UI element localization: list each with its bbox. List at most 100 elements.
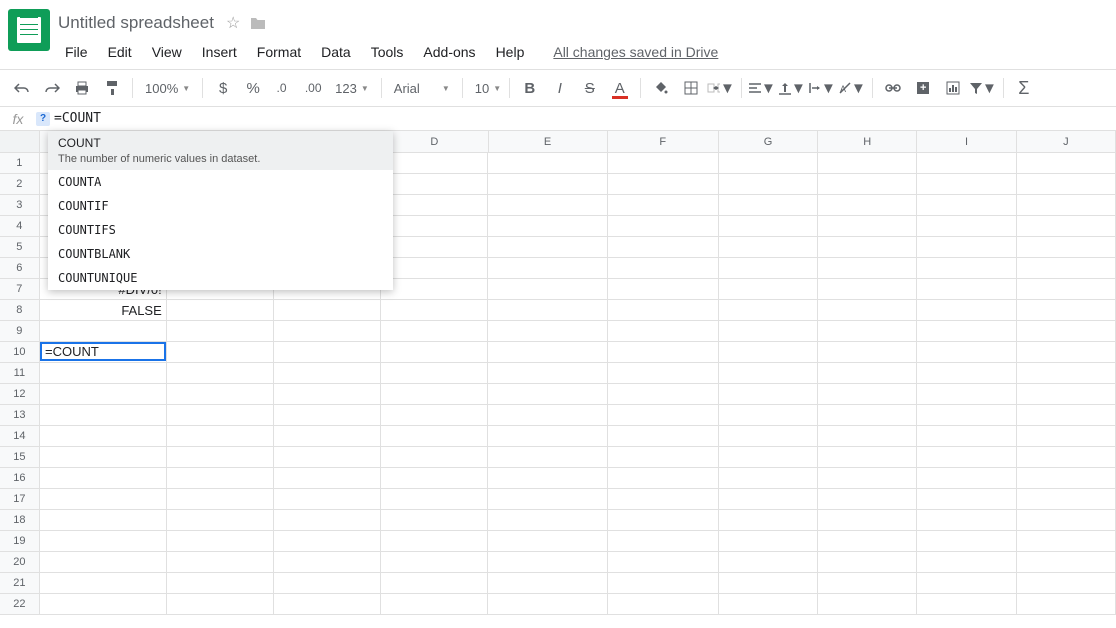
row-header[interactable]: 10 (0, 342, 40, 362)
cell[interactable] (40, 489, 167, 509)
cell[interactable] (40, 384, 167, 404)
menu-help[interactable]: Help (489, 41, 532, 63)
cell[interactable] (381, 552, 488, 572)
undo-button[interactable] (8, 74, 36, 102)
cell[interactable] (274, 489, 381, 509)
paint-format-button[interactable] (98, 74, 126, 102)
cell[interactable] (274, 363, 381, 383)
halign-dropdown[interactable]: ▼ (748, 74, 776, 102)
doc-title[interactable]: Untitled spreadsheet (58, 13, 214, 33)
cell[interactable] (381, 195, 488, 215)
strike-button[interactable]: S (576, 74, 604, 102)
cell[interactable] (1017, 216, 1116, 236)
cell[interactable] (917, 237, 1016, 257)
cell[interactable] (274, 384, 381, 404)
cell[interactable] (608, 363, 719, 383)
cell[interactable] (608, 216, 719, 236)
cell[interactable] (917, 195, 1016, 215)
suggest-item-countunique[interactable]: COUNTUNIQUE (48, 266, 393, 290)
cell[interactable] (488, 174, 607, 194)
row-header[interactable]: 1 (0, 153, 40, 173)
menu-file[interactable]: File (58, 41, 95, 63)
cell[interactable] (719, 531, 818, 551)
cell[interactable] (40, 342, 167, 362)
row-header[interactable]: 4 (0, 216, 40, 236)
cell[interactable] (917, 573, 1016, 593)
cell[interactable] (381, 384, 488, 404)
cell[interactable] (719, 342, 818, 362)
chart-button[interactable] (939, 74, 967, 102)
cell[interactable] (1017, 552, 1116, 572)
suggest-item-count[interactable]: COUNT The number of numeric values in da… (48, 131, 393, 170)
cell[interactable] (818, 321, 917, 341)
cell[interactable] (488, 279, 607, 299)
cell[interactable] (274, 342, 381, 362)
cell[interactable] (381, 531, 488, 551)
more-formats-dropdown[interactable]: 123▼ (329, 81, 375, 96)
merge-dropdown[interactable]: ▼ (707, 74, 735, 102)
cell[interactable] (274, 468, 381, 488)
cell[interactable] (608, 321, 719, 341)
cell[interactable] (818, 489, 917, 509)
cell[interactable] (1017, 510, 1116, 530)
cell[interactable] (1017, 468, 1116, 488)
cell[interactable] (1017, 426, 1116, 446)
cell[interactable] (608, 279, 719, 299)
cell[interactable] (917, 300, 1016, 320)
cell[interactable] (40, 594, 167, 614)
comment-button[interactable]: + (909, 74, 937, 102)
cell[interactable] (167, 426, 274, 446)
cell[interactable] (488, 363, 607, 383)
cell[interactable] (274, 426, 381, 446)
cell[interactable] (917, 321, 1016, 341)
rotate-dropdown[interactable]: A▼ (838, 74, 866, 102)
cell[interactable] (1017, 363, 1116, 383)
cell[interactable] (608, 447, 719, 467)
cell[interactable] (818, 447, 917, 467)
cell[interactable] (917, 447, 1016, 467)
cell[interactable] (488, 489, 607, 509)
cell[interactable] (818, 342, 917, 362)
col-header-h[interactable]: H (818, 131, 917, 152)
cell[interactable] (488, 531, 607, 551)
cell[interactable] (488, 237, 607, 257)
cell[interactable] (818, 573, 917, 593)
cell[interactable] (818, 195, 917, 215)
cell[interactable] (1017, 279, 1116, 299)
row-header[interactable]: 15 (0, 447, 40, 467)
fill-color-button[interactable] (647, 74, 675, 102)
cell[interactable] (1017, 321, 1116, 341)
cell[interactable] (488, 216, 607, 236)
row-header[interactable]: 20 (0, 552, 40, 572)
cell[interactable] (818, 216, 917, 236)
row-header[interactable]: 6 (0, 258, 40, 278)
cell[interactable] (167, 531, 274, 551)
suggest-item-counta[interactable]: COUNTA (48, 170, 393, 194)
cell[interactable] (1017, 153, 1116, 173)
cell[interactable] (818, 468, 917, 488)
cell[interactable] (917, 258, 1016, 278)
borders-button[interactable] (677, 74, 705, 102)
cell[interactable] (608, 384, 719, 404)
cell[interactable] (719, 363, 818, 383)
cell[interactable] (167, 405, 274, 425)
cell[interactable] (1017, 195, 1116, 215)
cell[interactable] (381, 321, 488, 341)
cell[interactable] (274, 321, 381, 341)
cell[interactable] (818, 300, 917, 320)
cell[interactable] (917, 531, 1016, 551)
cell[interactable] (719, 447, 818, 467)
col-header-j[interactable]: J (1017, 131, 1116, 152)
cell[interactable] (274, 510, 381, 530)
cell[interactable] (917, 489, 1016, 509)
font-size-dropdown[interactable]: 10▼ (469, 81, 503, 96)
cell[interactable] (40, 573, 167, 593)
cell[interactable] (1017, 573, 1116, 593)
cell[interactable] (818, 237, 917, 257)
zoom-dropdown[interactable]: 100%▼ (139, 81, 196, 96)
cell[interactable] (381, 216, 488, 236)
cell[interactable] (608, 573, 719, 593)
menu-tools[interactable]: Tools (364, 41, 411, 63)
menu-data[interactable]: Data (314, 41, 358, 63)
cell[interactable] (381, 279, 488, 299)
